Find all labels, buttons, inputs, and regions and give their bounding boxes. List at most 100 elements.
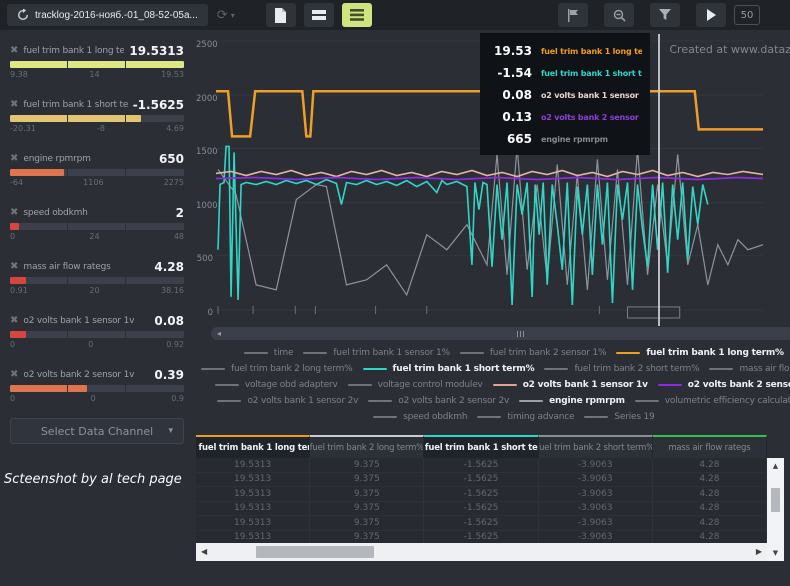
close-icon[interactable]: ✖ xyxy=(10,208,18,218)
tooltip-label: fuel trim bank 1 short term% xyxy=(541,69,642,78)
series-swatch xyxy=(584,416,608,418)
close-icon[interactable]: ✖ xyxy=(10,316,18,326)
legend-item[interactable]: fuel trim bank 1 short term% xyxy=(363,364,535,374)
tooltip-label: o2 volts bank 2 sensor 1v xyxy=(541,113,642,122)
legend-item[interactable]: timing advance xyxy=(477,412,574,422)
legend-item[interactable]: fuel trim bank 1 sensor 1% xyxy=(303,348,450,358)
page-size-input[interactable]: 50 xyxy=(734,5,760,25)
series-swatch xyxy=(635,400,659,402)
series-o2-bank2 xyxy=(216,178,763,180)
legend-item[interactable]: Series 19 xyxy=(584,412,654,422)
scale-min: -20.31 xyxy=(10,124,36,133)
channel-label: speed obdkmh xyxy=(23,208,170,218)
zoom-window-indicator xyxy=(628,307,680,318)
refresh-button[interactable]: ⟳ ▾ xyxy=(208,7,244,23)
legend-item[interactable]: fuel trim bank 2 long term% xyxy=(201,364,353,374)
gauge-fill xyxy=(10,331,26,338)
gauge-fill xyxy=(10,277,26,284)
chart-legend: time fuel trim bank 1 sensor 1% fuel tri… xyxy=(196,332,790,422)
legend-item[interactable]: speed obdkmh xyxy=(373,412,467,422)
channel-value: 0.08 xyxy=(154,314,184,328)
select-data-channel-dropdown[interactable]: Select Data Channel ▾ xyxy=(10,418,184,444)
scroll-up-icon[interactable]: ▲ xyxy=(773,458,778,474)
chart-range-scrollbar[interactable]: ◂ ▸ xyxy=(211,327,790,340)
scroll-left-icon[interactable]: ◂ xyxy=(211,330,227,338)
tooltip-label: o2 volts bank 1 sensor 1v xyxy=(541,91,642,100)
data-table: ✔fuel trim bank 1 long ter... fuel trim … xyxy=(196,435,784,561)
chart[interactable]: 2500 2000 1500 1000 500 0 20 10 0 -10 -2… xyxy=(196,30,790,332)
scale-mid: 20 xyxy=(89,286,99,295)
close-icon[interactable]: ✖ xyxy=(10,46,18,56)
report-view-button[interactable] xyxy=(266,3,296,27)
table-row: 19.53139.375-1.5625-3.90634.28 xyxy=(196,531,767,544)
table-vertical-scrollbar[interactable]: ▲ ▼ xyxy=(767,458,784,561)
gauge-fill xyxy=(10,169,64,176)
chart-tooltip: 19.53fuel trim bank 1 long term% -1.54fu… xyxy=(480,33,650,155)
close-icon[interactable]: ✖ xyxy=(10,370,18,380)
list-view-button[interactable] xyxy=(304,3,334,27)
channel-value: 2 xyxy=(176,206,184,220)
datazap-app: tracklog-2016-нояб.-01_08-52-05a... ⟳ ▾ xyxy=(0,0,790,586)
scale-mid: 14 xyxy=(89,70,99,79)
channel-card-fuel-trim-b1-short: ✖ fuel trim bank 1 short term% -1.5625 -… xyxy=(10,92,184,134)
close-icon[interactable]: ✖ xyxy=(10,100,18,110)
main-panel: 2500 2000 1500 1000 500 0 20 10 0 -10 -2… xyxy=(196,30,790,586)
table-row: 19.53139.375-1.5625-3.90634.28 xyxy=(196,458,767,473)
channel-value: 650 xyxy=(159,152,184,166)
scroll-grip-handle[interactable] xyxy=(517,331,524,337)
y-axis-left-tick: 500 xyxy=(196,254,213,264)
table-horizontal-scrollbar[interactable]: ◀ ▶ xyxy=(196,543,767,561)
channel-gauge xyxy=(10,169,184,176)
column-header[interactable]: mass air flow rategs xyxy=(653,435,767,458)
channel-card-o2-b1s1: ✖ o2 volts bank 1 sensor 1v 0.08 000.92 xyxy=(10,308,184,350)
scroll-left-icon[interactable]: ◀ xyxy=(201,548,207,556)
close-icon[interactable]: ✖ xyxy=(10,262,18,272)
tooltip-label: engine rpmrpm xyxy=(541,135,608,144)
channel-card-o2-b2s1: ✖ o2 volts bank 2 sensor 1v 0.39 000.9 xyxy=(10,362,184,404)
close-icon[interactable]: ✖ xyxy=(10,154,18,164)
column-header[interactable]: fuel trim bank 2 short term% xyxy=(539,435,653,458)
legend-item[interactable]: engine rpmrpm xyxy=(519,396,625,406)
scroll-right-icon[interactable]: ▶ xyxy=(756,548,762,556)
legend-item[interactable]: volumetric efficiency calculated% xyxy=(635,396,790,406)
tooltip-value: 0.13 xyxy=(486,110,532,124)
legend-item[interactable]: fuel trim bank 2 short term% xyxy=(544,364,699,374)
legend-item[interactable]: o2 volts bank 1 sensor 2v xyxy=(217,396,358,406)
vertical-scroll-thumb[interactable] xyxy=(771,488,780,512)
horizontal-scroll-thumb[interactable] xyxy=(256,546,374,558)
table-row: 19.53139.375-1.5625-3.90634.28 xyxy=(196,502,767,517)
tooltip-value: 665 xyxy=(486,132,532,146)
play-button[interactable] xyxy=(696,3,726,27)
series-engine-rpm xyxy=(218,146,763,295)
legend-item[interactable]: o2 volts bank 1 sensor 1v xyxy=(493,380,648,390)
channel-gauge xyxy=(10,385,184,392)
column-header[interactable]: fuel trim bank 2 long term% xyxy=(310,435,424,458)
legend-item[interactable]: voltage control modulev xyxy=(348,380,483,390)
scale-max: 4.69 xyxy=(166,124,184,133)
column-header[interactable]: ✔fuel trim bank 1 short ter... xyxy=(424,435,538,458)
filter-button[interactable] xyxy=(650,3,680,27)
y-axis-left-tick: 0 xyxy=(196,308,213,318)
legend-item[interactable]: voltage obd adapterv xyxy=(215,380,338,390)
legend-item[interactable]: fuel trim bank 1 long term% xyxy=(616,348,784,358)
refresh-icon: ⟳ xyxy=(217,7,228,23)
channel-gauge xyxy=(10,61,184,68)
data-view-button[interactable] xyxy=(342,3,372,27)
column-header[interactable]: ✔fuel trim bank 1 long ter... xyxy=(196,435,310,458)
zoom-out-button[interactable] xyxy=(604,3,634,27)
legend-item[interactable]: time xyxy=(244,348,294,358)
scroll-down-icon[interactable]: ▼ xyxy=(773,545,778,561)
channel-card-engine-rpm: ✖ engine rpmrpm 650 -6411062275 xyxy=(10,146,184,188)
table-row: 19.53139.375-1.5625-3.90634.28 xyxy=(196,487,767,502)
log-title-button[interactable]: tracklog-2016-нояб.-01_08-52-05a... xyxy=(7,4,208,26)
scale-mid: 0 xyxy=(91,394,96,403)
flag-button[interactable] xyxy=(558,3,588,27)
topbar-actions: 50 xyxy=(550,3,782,27)
share-icon xyxy=(17,9,29,21)
series-o2-bank1 xyxy=(216,170,763,176)
legend-item[interactable]: mass air flow rategs xyxy=(709,364,790,374)
legend-item[interactable]: fuel trim bank 2 sensor 1% xyxy=(460,348,607,358)
legend-item[interactable]: o2 volts bank 2 sensor 2v xyxy=(368,396,509,406)
series-swatch xyxy=(201,368,225,370)
legend-item[interactable]: o2 volts bank 2 sensor 1v xyxy=(658,380,790,390)
